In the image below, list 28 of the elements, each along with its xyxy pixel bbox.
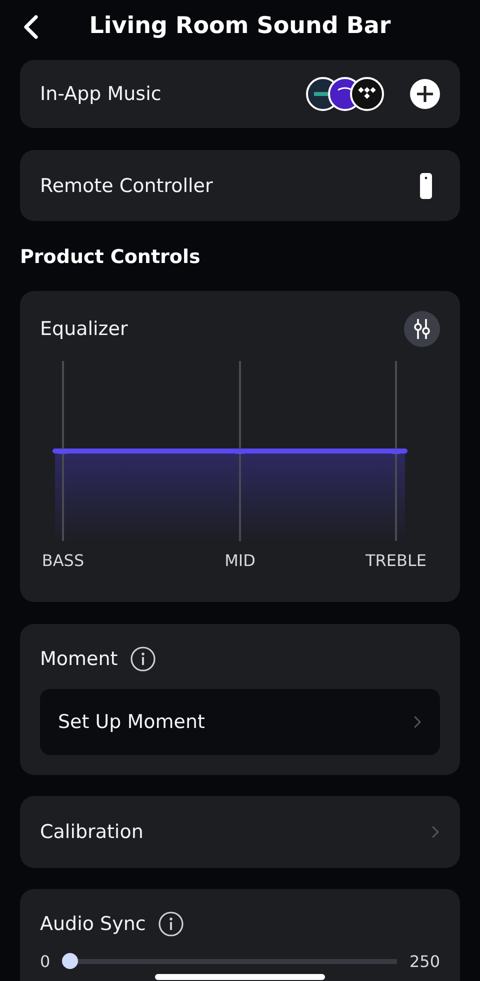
slider-max-label: 250: [409, 952, 440, 970]
in-app-music-card[interactable]: In-App Music: [20, 60, 460, 128]
back-icon: [22, 14, 40, 40]
band-label: MID: [224, 551, 256, 570]
add-icon[interactable]: [410, 79, 440, 109]
service-logos-icon: [306, 76, 384, 112]
band-label: TREBLE: [366, 551, 426, 570]
card-title: Equalizer: [40, 318, 128, 340]
remote-icon: [420, 172, 432, 198]
section-heading: Product Controls: [20, 245, 200, 269]
equalizer-settings-button[interactable]: [404, 311, 440, 347]
page-title: Living Room Sound Bar: [89, 13, 391, 39]
card-title: Audio Sync: [40, 913, 146, 935]
chevron-icon: [412, 715, 422, 729]
chevron-icon: [430, 825, 440, 839]
set-up-moment-button[interactable]: Set Up Moment: [40, 689, 440, 755]
sliders-icon: [413, 318, 431, 340]
row-label: In-App Music: [40, 83, 162, 105]
slider-thumb[interactable]: [62, 953, 78, 969]
info-icon[interactable]: [158, 911, 184, 937]
calibration-card[interactable]: Calibration: [20, 796, 460, 868]
slider-min-label: 0: [40, 952, 50, 970]
remote-controller-card[interactable]: Remote Controller: [20, 150, 460, 221]
info-icon[interactable]: [130, 646, 156, 672]
card-title: Moment: [40, 648, 118, 670]
band-label: BASS: [42, 551, 84, 570]
row-label: Calibration: [40, 821, 144, 843]
row-label: Remote Controller: [40, 174, 213, 196]
